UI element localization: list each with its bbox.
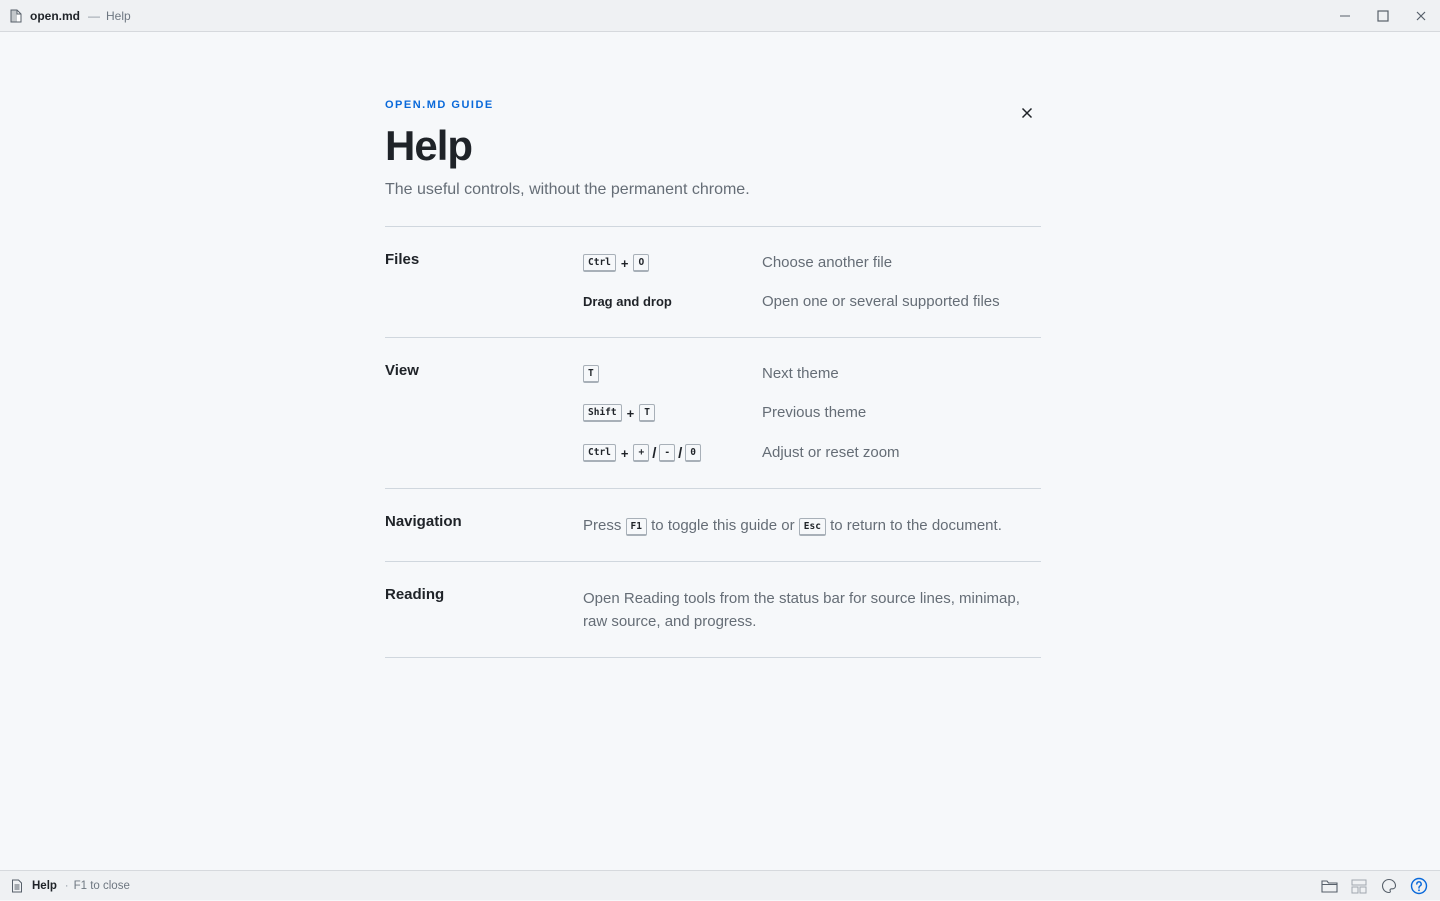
close-icon <box>1021 107 1033 119</box>
document-icon <box>11 879 23 893</box>
layout-icon <box>1351 879 1367 893</box>
key-slash: / <box>678 444 683 462</box>
minimize-button[interactable] <box>1326 0 1364 32</box>
maximize-button[interactable] <box>1364 0 1402 32</box>
title-bar: open.md — Help <box>0 0 1440 32</box>
close-help-button[interactable] <box>1017 103 1037 123</box>
window-file-name: open.md <box>30 8 80 23</box>
status-actions <box>1314 871 1434 901</box>
page-title: Help <box>385 122 473 169</box>
shortcut-keys: Ctrl + + / - / 0 <box>583 443 702 463</box>
divider <box>385 337 1041 338</box>
nav-text-middle: to toggle this guide or <box>651 517 795 534</box>
folder-icon <box>1320 880 1338 893</box>
palette-icon <box>1381 878 1397 894</box>
shortcut-keys: T <box>583 364 599 384</box>
status-view-label: Help <box>32 879 57 892</box>
shortcut-keys: Shift + T <box>583 403 655 423</box>
shortcut-description: Adjust or reset zoom <box>762 444 900 461</box>
shortcut-description: Previous theme <box>762 404 867 421</box>
key-cap: - <box>659 444 676 462</box>
key-cap: Esc <box>798 518 826 536</box>
section-title-files: Files <box>385 251 420 268</box>
key-slash: / <box>652 444 657 462</box>
status-dot: · <box>64 879 69 892</box>
shortcut-label: Drag and drop <box>583 291 672 311</box>
layout-button[interactable] <box>1344 872 1374 900</box>
page-subtitle: The useful controls, without the permane… <box>385 181 750 198</box>
shortcut-description: Next theme <box>762 365 839 382</box>
key-cap: T <box>639 404 655 422</box>
key-cap: Ctrl <box>583 444 616 462</box>
key-cap: Ctrl <box>583 254 616 272</box>
drag-drop-label: Drag and drop <box>583 293 672 309</box>
section-title-view: View <box>385 362 419 379</box>
window-controls <box>1326 0 1440 32</box>
reading-text: Open Reading tools from the status bar f… <box>583 590 1020 630</box>
maximize-icon <box>1377 10 1389 22</box>
title-separator: — <box>88 8 100 23</box>
document-icon <box>10 9 22 23</box>
status-hint: F1 to close <box>73 879 130 892</box>
shortcut-keys: Ctrl + O <box>583 253 650 273</box>
key-plus: + <box>626 405 635 421</box>
nav-text-after: to return to the document. <box>830 517 1002 534</box>
window-close-button[interactable] <box>1402 0 1440 32</box>
navigation-text: Press F1 to toggle this guide or Esc to … <box>583 514 1041 537</box>
key-plus: + <box>620 255 629 271</box>
key-plus: + <box>620 445 629 461</box>
close-icon <box>1416 11 1426 21</box>
section-title-reading: Reading <box>385 586 445 603</box>
status-bar: Help · F1 to close <box>0 870 1440 900</box>
minimize-icon <box>1340 15 1350 17</box>
guide-eyebrow: OPEN.MD GUIDE <box>385 99 494 111</box>
divider <box>385 657 1041 658</box>
key-cap: + <box>633 444 650 462</box>
key-cap: 0 <box>685 444 702 462</box>
divider <box>385 488 1041 489</box>
key-cap: T <box>583 365 599 383</box>
key-cap: O <box>633 254 650 272</box>
divider <box>385 561 1041 562</box>
shortcut-description: Choose another file <box>762 254 893 271</box>
shortcut-description: Open one or several supported files <box>762 293 1000 310</box>
help-button[interactable] <box>1404 872 1434 900</box>
key-cap: F1 <box>625 518 647 536</box>
section-title-navigation: Navigation <box>385 513 462 530</box>
divider <box>385 226 1041 227</box>
key-cap: Shift <box>583 404 622 422</box>
help-icon <box>1410 877 1428 895</box>
theme-button[interactable] <box>1374 872 1404 900</box>
window-view-name: Help <box>106 8 131 23</box>
nav-text-before: Press <box>583 517 622 534</box>
open-file-button[interactable] <box>1314 872 1344 900</box>
